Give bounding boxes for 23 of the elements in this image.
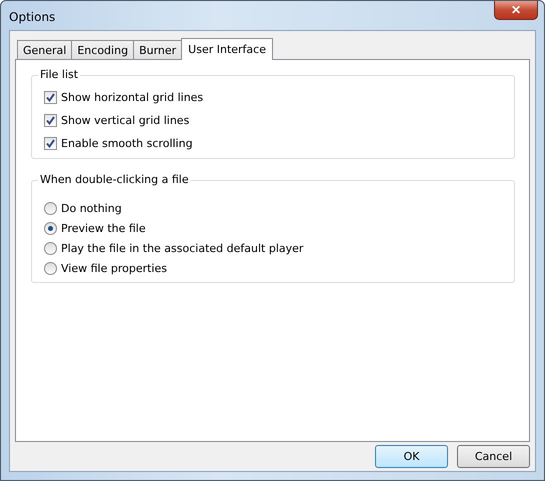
checkbox-label: Show horizontal grid lines bbox=[61, 90, 204, 104]
dialog-button[interactable]: Cancel bbox=[457, 445, 530, 468]
checkbox[interactable] bbox=[44, 90, 57, 104]
checkbox-label: Show vertical grid lines bbox=[61, 114, 190, 126]
group-title: When double-clicking a file bbox=[38, 173, 191, 187]
tab[interactable]: Burner bbox=[133, 40, 182, 59]
dialog-button[interactable]: OK bbox=[375, 445, 448, 468]
radio-label: View file properties bbox=[61, 262, 167, 274]
checkbox[interactable] bbox=[44, 136, 57, 150]
window-title: Options bbox=[9, 10, 56, 24]
radio-label: Preview the file bbox=[61, 222, 146, 234]
tab[interactable]: General bbox=[17, 40, 72, 59]
close-button[interactable]: ✕ bbox=[494, 1, 538, 20]
checkbox-label: Enable smooth scrolling bbox=[61, 136, 193, 150]
radio-button[interactable] bbox=[44, 222, 57, 234]
tab[interactable]: Encoding bbox=[71, 40, 134, 59]
radio-button[interactable] bbox=[44, 202, 57, 214]
checkbox[interactable] bbox=[44, 114, 57, 126]
radio-button[interactable] bbox=[44, 262, 57, 274]
radio-label: Do nothing bbox=[61, 202, 122, 214]
tab[interactable]: User Interface bbox=[181, 38, 273, 60]
radio-button[interactable] bbox=[44, 242, 57, 254]
radio-label: Play the file in the associated default player bbox=[61, 242, 304, 254]
